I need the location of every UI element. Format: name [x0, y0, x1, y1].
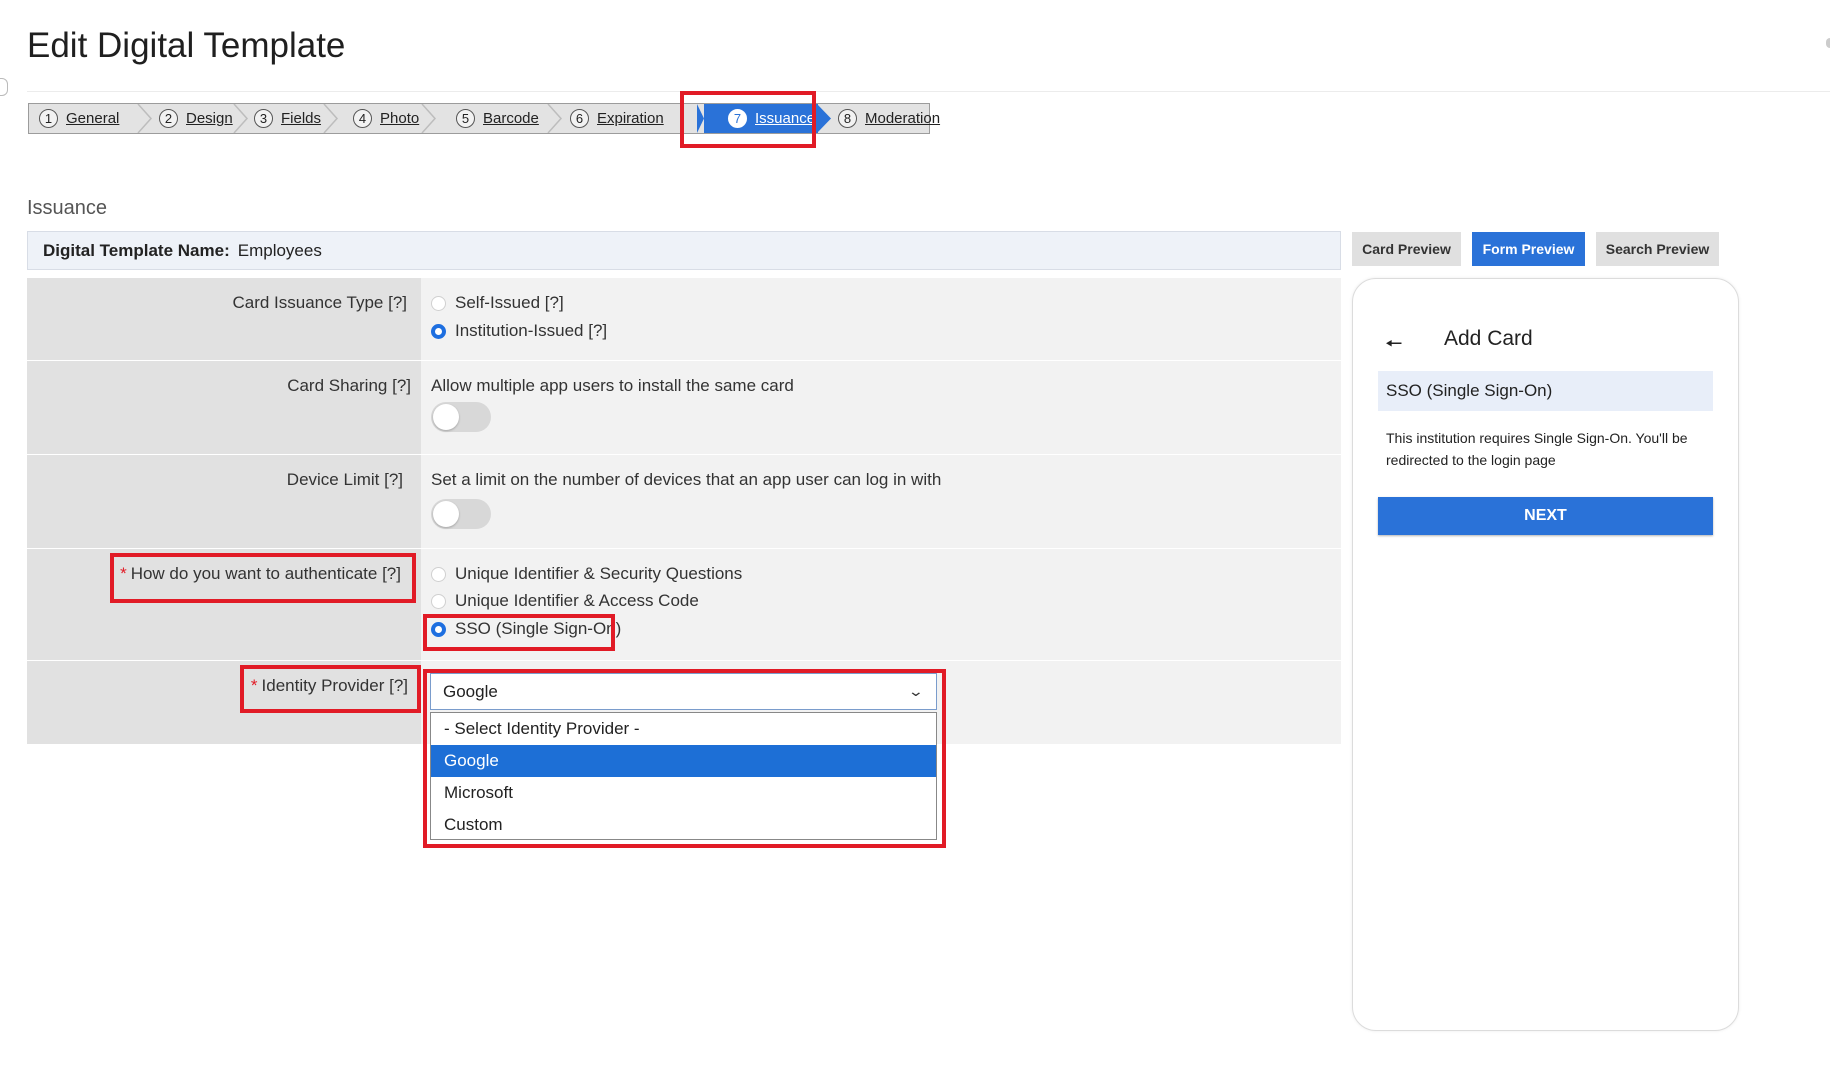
preview-title: Add Card	[1444, 327, 1533, 350]
step-number: 5	[456, 109, 475, 128]
step-chevron-icon	[233, 104, 249, 133]
toggle-knob	[433, 404, 459, 430]
wizard-step-expiration[interactable]: 6 Expiration	[570, 104, 664, 133]
identity-provider-label: * Identity Provider [?]	[251, 676, 408, 696]
wizard-step-general[interactable]: 1 General	[39, 104, 119, 133]
select-value: Google	[443, 681, 498, 701]
radio-label: Unique Identifier & Access Code	[455, 591, 699, 610]
radio-circle	[431, 323, 446, 339]
page-title: Edit Digital Template	[27, 26, 346, 65]
collapse-handle[interactable]	[0, 78, 8, 96]
step-label: Fields	[281, 110, 322, 127]
identity-provider-listbox: - Select Identity Provider - Google Micr…	[430, 712, 937, 840]
arrow-left-icon[interactable]: 🠔	[1385, 329, 1403, 363]
step-label: Design	[186, 110, 233, 127]
authentication-label: * How do you want to authenticate [?]	[120, 564, 401, 584]
identity-provider-label-text: Identity Provider [?]	[261, 676, 408, 695]
card-sharing-label: Card Sharing [?]	[287, 376, 411, 395]
device-limit-description: Set a limit on the number of devices tha…	[431, 470, 942, 489]
next-button[interactable]: NEXT	[1378, 497, 1713, 535]
step-number: 1	[39, 109, 58, 128]
template-name-value: Employees	[237, 240, 322, 260]
step-number: 2	[159, 109, 178, 128]
toggle-knob	[433, 501, 459, 527]
radio-sso[interactable]: SSO (Single Sign-On)	[431, 619, 621, 639]
step-number: 4	[353, 109, 372, 128]
form-preview-button[interactable]: Form Preview	[1472, 232, 1585, 266]
listbox-option[interactable]: Google	[431, 745, 936, 777]
radio-circle	[431, 593, 446, 609]
radio-security-questions[interactable]: Unique Identifier & Security Questions	[431, 564, 742, 584]
preview-info-text: This institution requires Single Sign-On…	[1386, 430, 1688, 468]
device-limit-toggle[interactable]	[431, 499, 491, 529]
radio-self-issued[interactable]: Self-Issued [?]	[431, 293, 564, 313]
step-number: 8	[838, 109, 857, 128]
preview-method: SSO (Single Sign-On)	[1378, 371, 1713, 411]
listbox-option[interactable]: Microsoft	[431, 777, 936, 809]
step-chevron-icon	[547, 104, 563, 133]
template-name-key: Digital Template Name:	[43, 240, 230, 260]
scroll-indicator	[1826, 38, 1830, 48]
wizard-step-fields[interactable]: 3 Fields	[254, 104, 321, 133]
card-sharing-toggle[interactable]	[431, 402, 491, 432]
step-label: General	[66, 110, 120, 127]
step-label: Barcode	[483, 110, 539, 127]
step-chevron-icon	[421, 104, 437, 133]
identity-provider-select[interactable]: Google ⌄	[430, 673, 937, 710]
radio-label: Self-Issued [?]	[455, 293, 564, 312]
radio-circle	[431, 621, 446, 637]
phone-preview: 🠔 Add Card SSO (Single Sign-On) This ins…	[1352, 278, 1739, 1031]
step-number: 7	[728, 109, 747, 128]
template-name-bar: Digital Template Name: Employees	[27, 231, 1341, 270]
required-asterisk: *	[250, 676, 258, 695]
step-label: Expiration	[597, 110, 664, 127]
radio-circle	[431, 566, 446, 582]
listbox-option[interactable]: Custom	[431, 809, 936, 841]
section-heading: Issuance	[27, 197, 108, 219]
card-sharing-description: Allow multiple app users to install the …	[431, 376, 794, 395]
required-asterisk: *	[120, 564, 127, 583]
device-limit-label: Device Limit [?]	[286, 470, 403, 489]
wizard-step-barcode[interactable]: 5 Barcode	[456, 104, 539, 133]
search-preview-button[interactable]: Search Preview	[1596, 232, 1719, 266]
step-chevron-icon	[137, 104, 153, 133]
step-chevron-icon	[817, 104, 831, 133]
wizard-steps: 1 General 2 Design 3 Fields 4 Photo 5 Barcode…	[28, 103, 940, 134]
wizard-step-design[interactable]: 2 Design	[159, 104, 233, 133]
form-row-authentication: * How do you want to authenticate [?] Uni…	[27, 549, 1341, 661]
chevron-down-icon: ⌄	[907, 683, 925, 699]
wizard-step-photo[interactable]: 4 Photo	[353, 104, 419, 133]
radio-label: Unique Identifier & Security Questions	[455, 564, 743, 583]
radio-label: SSO (Single Sign-On)	[455, 619, 622, 638]
step-chevron-icon	[323, 104, 339, 133]
step-number: 3	[254, 109, 273, 128]
radio-institution-issued[interactable]: Institution-Issued [?]	[431, 321, 607, 341]
radio-circle	[431, 295, 446, 311]
form-row-card-sharing: Card Sharing [?] Allow multiple app user…	[27, 361, 1341, 455]
card-preview-button[interactable]: Card Preview	[1352, 232, 1461, 266]
radio-access-code[interactable]: Unique Identifier & Access Code	[431, 591, 699, 611]
title-divider	[27, 91, 1830, 92]
step-label: Issuance	[755, 110, 816, 127]
step-label: Moderation	[865, 110, 941, 127]
radio-label: Institution-Issued [?]	[455, 321, 608, 340]
form-row-issuance-type: Card Issuance Type [?] Self-Issued [?] I…	[27, 278, 1341, 361]
listbox-option[interactable]: - Select Identity Provider -	[431, 713, 936, 745]
step-label: Photo	[380, 110, 420, 127]
wizard-step-issuance[interactable]: 7 Issuance	[704, 104, 818, 133]
authentication-label-text: How do you want to authenticate [?]	[130, 564, 401, 583]
issuance-type-label: Card Issuance Type [?]	[232, 293, 407, 312]
form-row-device-limit: Device Limit [?] Set a limit on the numb…	[27, 455, 1341, 549]
wizard-step-moderation[interactable]: 8 Moderation	[838, 104, 940, 133]
step-number: 6	[570, 109, 589, 128]
